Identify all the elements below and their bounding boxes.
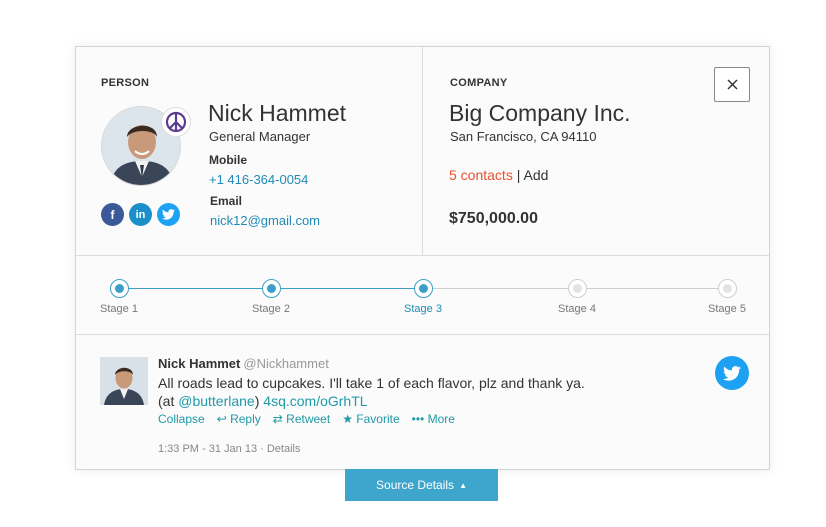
twitter-bird-icon bbox=[162, 209, 175, 220]
stage-progress: Stage 1 Stage 2 Stage 3 Stage 4 Stage 5 bbox=[76, 256, 769, 335]
stage-2[interactable]: Stage 2 bbox=[231, 279, 311, 315]
linkedin-icon[interactable]: in bbox=[129, 203, 152, 226]
close-icon bbox=[727, 79, 737, 90]
favorite-action[interactable]: ★ Favorite bbox=[342, 412, 399, 426]
stage-dot bbox=[717, 279, 737, 298]
person-section-label: PERSON bbox=[101, 77, 150, 89]
twitter-source-icon bbox=[715, 356, 749, 390]
details-panel: PERSON f in Nick Hammet General Manager … bbox=[76, 47, 769, 256]
tweet-panel: Nick Hammet @Nickhammet All roads lead to… bbox=[76, 336, 769, 469]
company-section-label: COMPANY bbox=[450, 77, 508, 89]
stage-dot bbox=[261, 279, 281, 298]
stage-dot bbox=[567, 279, 587, 298]
stage-label: Stage 3 bbox=[404, 303, 442, 315]
person-name: Nick Hammet bbox=[208, 100, 347, 126]
add-contact-link[interactable]: Add bbox=[523, 167, 548, 183]
more-label: More bbox=[427, 412, 455, 426]
source-details-button[interactable]: Source Details ▲ bbox=[345, 469, 498, 501]
contacts-link[interactable]: 5 contacts bbox=[449, 167, 513, 183]
email-label: Email bbox=[210, 194, 243, 208]
peace-icon bbox=[165, 111, 187, 133]
tweet-mention-link[interactable]: @butterlane bbox=[178, 393, 254, 409]
contacts-separator: | bbox=[512, 167, 524, 183]
linkedin-glyph: in bbox=[135, 208, 146, 221]
stage-3[interactable]: Stage 3 bbox=[383, 279, 463, 315]
stage-label: Stage 4 bbox=[558, 303, 596, 315]
tweet-timestamp[interactable]: 1:33 PM - 31 Jan 13 bbox=[158, 443, 257, 455]
stage-label: Stage 5 bbox=[708, 303, 746, 315]
facebook-glyph: f bbox=[110, 207, 115, 222]
close-button[interactable] bbox=[714, 67, 750, 102]
tweet-meta: 1:33 PM - 31 Jan 13 · Details bbox=[158, 443, 300, 455]
favorite-label: Favorite bbox=[356, 412, 400, 426]
tweet-author-handle[interactable]: @Nickhammet bbox=[243, 356, 328, 371]
contacts-line: 5 contacts | Add bbox=[449, 167, 548, 183]
reply-action[interactable]: ↩ Reply bbox=[217, 412, 261, 426]
column-divider bbox=[422, 47, 423, 256]
stage-label: Stage 2 bbox=[252, 303, 290, 315]
caret-up-icon: ▲ bbox=[459, 480, 467, 490]
tweet-details-link[interactable]: Details bbox=[267, 443, 301, 455]
star-icon: ★ bbox=[342, 412, 357, 426]
stage-label: Stage 1 bbox=[100, 303, 138, 315]
contact-card: PERSON f in Nick Hammet General Manager … bbox=[75, 46, 770, 470]
reply-label: Reply bbox=[230, 412, 261, 426]
person-avatar-wrap bbox=[101, 106, 191, 186]
stage-dot bbox=[109, 279, 129, 298]
email-link[interactable]: nick12@gmail.com bbox=[210, 213, 320, 228]
peace-badge bbox=[161, 107, 191, 137]
collapse-link[interactable]: Collapse bbox=[158, 412, 205, 426]
stage-1[interactable]: Stage 1 bbox=[79, 279, 159, 315]
tweet-header: Nick Hammet @Nickhammet bbox=[158, 356, 329, 371]
company-address: San Francisco, CA 94110 bbox=[450, 129, 597, 144]
stage-4[interactable]: Stage 4 bbox=[537, 279, 617, 315]
twitter-bird-icon bbox=[723, 365, 741, 381]
mobile-link[interactable]: +1 416-364-0054 bbox=[209, 172, 308, 187]
retweet-icon: ⇄ bbox=[272, 412, 287, 426]
tweet-avatar[interactable] bbox=[100, 357, 148, 405]
retweet-action[interactable]: ⇄ Retweet bbox=[273, 412, 330, 426]
social-links: f in bbox=[101, 203, 180, 226]
person-title: General Manager bbox=[209, 129, 311, 144]
ellipsis-icon: ••• bbox=[411, 412, 428, 426]
tweet-avatar-photo bbox=[100, 357, 148, 405]
tweet-text-mid: ) bbox=[254, 393, 264, 409]
reply-icon: ↩ bbox=[216, 412, 231, 426]
source-details-label: Source Details bbox=[376, 478, 455, 492]
facebook-icon[interactable]: f bbox=[101, 203, 124, 226]
tweet-actions: Collapse ↩ Reply ⇄ Retweet ★ Favorite ••… bbox=[158, 412, 455, 426]
retweet-label: Retweet bbox=[286, 412, 331, 426]
tweet-url-link[interactable]: 4sq.com/oGrhTL bbox=[263, 393, 367, 409]
deal-amount: $750,000.00 bbox=[449, 210, 538, 227]
twitter-icon[interactable] bbox=[157, 203, 180, 226]
more-action[interactable]: ••• More bbox=[412, 412, 455, 426]
stage-dot bbox=[413, 279, 433, 298]
stage-5[interactable]: Stage 5 bbox=[687, 279, 767, 315]
tweet-text: All roads lead to cupcakes. I'll take 1 … bbox=[158, 374, 598, 410]
company-name: Big Company Inc. bbox=[449, 100, 631, 126]
meta-separator: · bbox=[257, 443, 267, 455]
mobile-label: Mobile bbox=[209, 153, 247, 167]
tweet-author-name[interactable]: Nick Hammet bbox=[158, 356, 240, 371]
